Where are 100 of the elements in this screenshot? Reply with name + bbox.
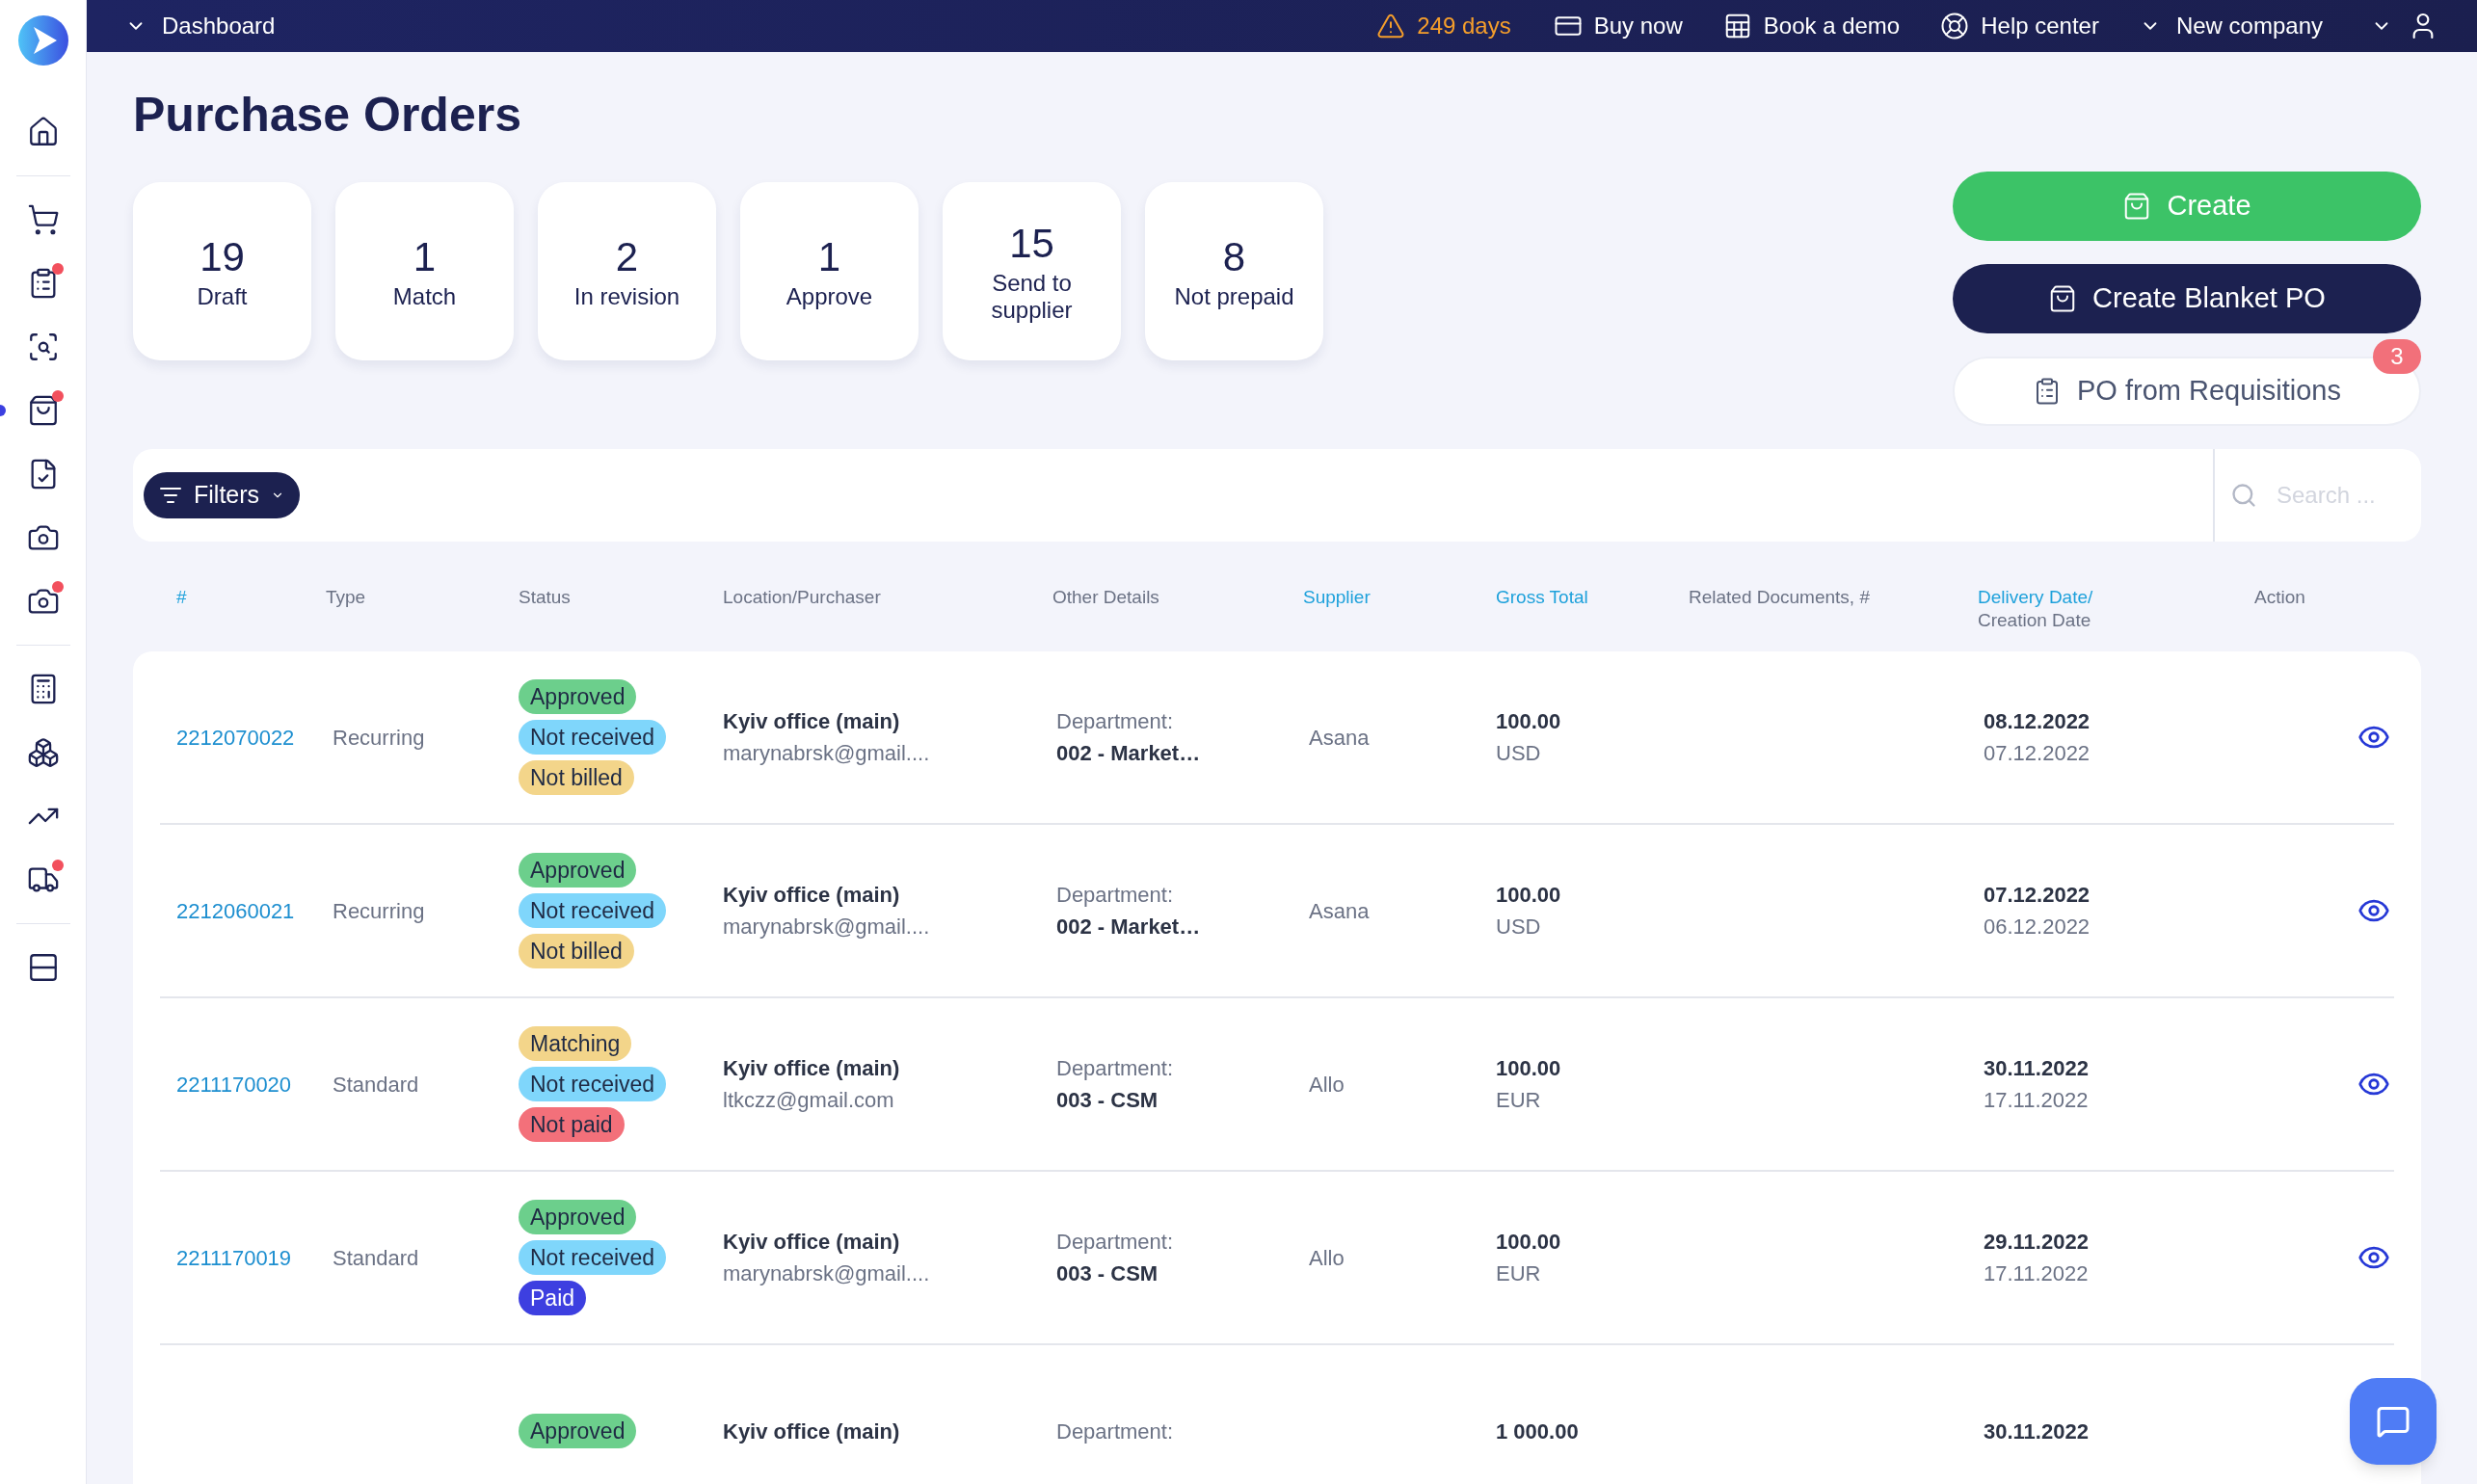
count-badge: 3 [2373,339,2421,374]
column-header: Status [519,586,572,609]
gross-amount: 100.00 [1496,882,1562,909]
gross-amount: 100.00 [1496,708,1562,735]
boxes-icon[interactable] [26,736,60,769]
warning-icon [1376,12,1406,40]
detail-value: 002 - Market… [1056,914,1202,941]
status-label: Send to supplier [990,269,1074,324]
purchaser-email: marynabrsk@gmail.... [723,740,931,767]
location-name: Kyiv office (main) [723,1418,901,1445]
cart-icon[interactable] [26,203,60,236]
page-title: Purchase Orders [133,87,522,144]
purchaser-email: ltkczz@gmail.com [723,1087,895,1114]
status-badge: Not received [519,893,667,928]
currency: USD [1496,914,1542,941]
order-type: Standard [332,1245,419,1270]
topbar-link[interactable]: Buy now [1553,9,1683,43]
location-name: Kyiv office (main) [723,708,901,735]
order-type: Recurring [332,898,425,923]
topbar-link[interactable]: Help center [1940,9,2099,43]
supplier-name: Asana [1308,725,1370,750]
status-count: 1 [413,233,437,282]
order-type: Recurring [332,725,425,750]
column-header: Related Documents, # [1689,586,1871,609]
status-badge: Approved [519,1200,637,1234]
supplier-name: Allo [1308,1245,1345,1270]
purchaser-email: marynabrsk@gmail.... [723,914,931,941]
status-badge: Approved [519,1414,637,1448]
location-name: Kyiv office (main) [723,882,901,909]
search-icon [2230,482,2257,509]
dashboard-dropdown[interactable]: Dashboard [125,9,276,43]
company-dropdown[interactable]: New company [2139,9,2323,43]
status-badge: Not billed [519,934,634,968]
column-header[interactable]: Delivery Date/ Creation Date [1978,586,2254,632]
detail-label: Department: [1056,1055,1175,1082]
status-badge: Approved [519,679,637,714]
order-number-link[interactable]: 2212070022 [176,725,295,750]
status-card[interactable]: 15 Send to supplier [943,182,1121,360]
location-name: Kyiv office (main) [723,1229,901,1256]
logo-icon[interactable] [17,15,68,66]
delivery-date: 30.11.2022 [1984,1418,2090,1445]
status-badge: Not paid [519,1107,625,1142]
status-count: 1 [817,233,841,282]
status-card[interactable]: 19 Draft [133,182,311,360]
column-header: Location/Purchaser [723,586,882,609]
detail-label: Department: [1056,1229,1175,1256]
detail-label: Department: [1056,882,1175,909]
supplier-name: Allo [1308,1072,1345,1097]
chat-icon [2376,1404,2410,1439]
status-label: Approve [785,282,874,310]
delivery-date: 07.12.2022 [1984,882,2091,909]
status-card[interactable]: 2 In revision [538,182,716,360]
delivery-date: 08.12.2022 [1984,708,2091,735]
detail-value: 002 - Market… [1056,740,1202,767]
order-type: Standard [332,1072,419,1097]
status-badge: Not received [519,1067,667,1101]
status-badge: Not billed [519,760,634,795]
column-header: Action [2254,586,2306,609]
supplier-name: Asana [1308,898,1370,923]
status-card[interactable]: 1 Approve [740,182,919,360]
creation-date: 07.12.2022 [1984,740,2091,767]
column-header: Type [326,586,367,609]
gross-amount: 100.00 [1496,1229,1562,1256]
status-badge: Approved [519,853,637,888]
status-card[interactable]: 1 Match [335,182,514,360]
column-header: Other Details [1052,586,1160,609]
action-button[interactable]: Create Blanket PO [1953,264,2421,333]
currency: EUR [1496,1260,1542,1287]
creation-date: 17.11.2022 [1984,1087,2090,1114]
filters-button[interactable]: Filters [144,472,301,518]
detail-value: 003 - CSM [1056,1087,1159,1114]
delivery-date: 30.11.2022 [1984,1055,2090,1082]
currency: USD [1496,740,1542,767]
status-label: Match [391,282,458,310]
chat-button[interactable] [2350,1378,2437,1465]
lifebuoy-icon [1940,12,1970,40]
order-number-link[interactable]: 2212060021 [176,898,295,923]
topbar-link[interactable]: Book a demo [1722,9,1901,43]
status-badge: Matching [519,1026,632,1061]
status-count: 8 [1222,233,1246,282]
status-count: 19 [200,233,245,282]
status-badge: Not received [519,1240,667,1275]
status-count: 15 [1009,220,1054,269]
gross-amount: 1 000.00 [1496,1418,1580,1445]
gross-amount: 100.00 [1496,1055,1562,1082]
order-number-link[interactable]: 2211170020 [176,1072,292,1097]
detail-label: Department: [1056,708,1175,735]
status-badge: Paid [519,1281,587,1315]
detail-value: 003 - CSM [1056,1260,1159,1287]
status-label: In revision [573,282,681,310]
detail-label: Department: [1056,1418,1175,1445]
purchaser-email: marynabrsk@gmail.... [723,1260,931,1287]
location-name: Kyiv office (main) [723,1055,901,1082]
status-card[interactable]: 8 Not prepaid [1145,182,1323,360]
trial-days: 249 days [1417,9,1511,43]
currency: EUR [1496,1087,1542,1114]
creation-date: 06.12.2022 [1984,914,2091,941]
status-label: Draft [196,282,249,310]
order-number-link[interactable]: 2211170019 [176,1245,292,1270]
status-label: Not prepaid [1173,282,1295,310]
